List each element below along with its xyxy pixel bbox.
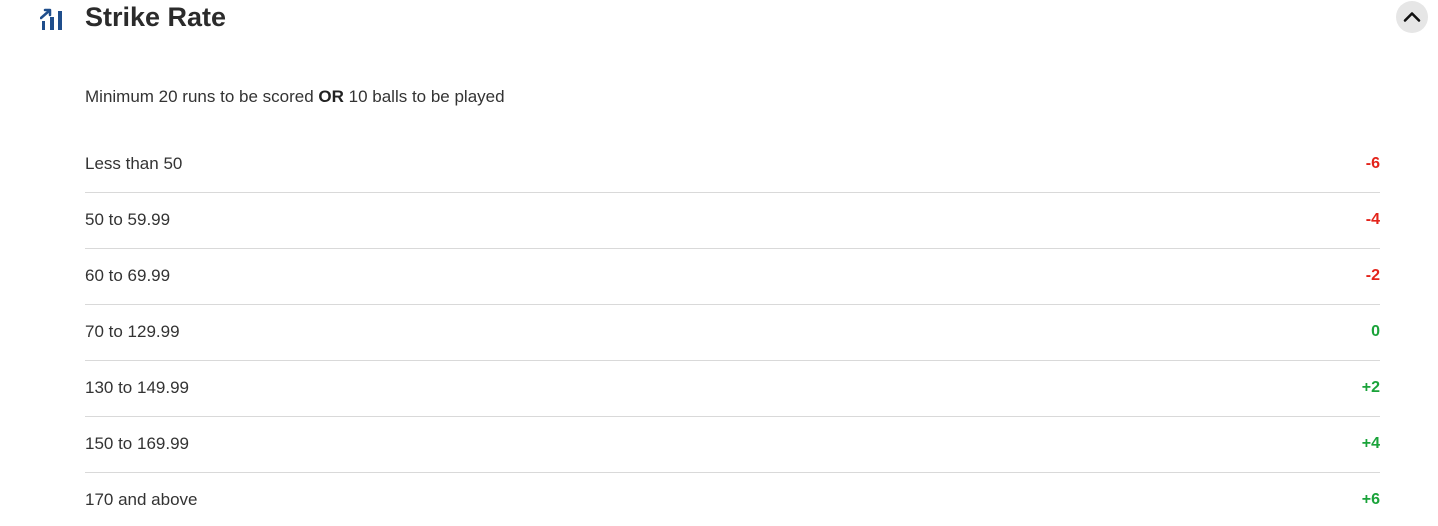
note-prefix: Minimum 20 runs to be scored <box>85 87 314 106</box>
rule-range-label: Less than 50 <box>85 154 183 173</box>
rule-range-label: 170 and above <box>85 490 198 509</box>
rule-points-value: +6 <box>1361 491 1380 508</box>
list-item: 50 to 59.99 -4 <box>85 193 1380 249</box>
rule-points-value: +2 <box>1361 379 1380 396</box>
strike-rate-section: Strike Rate Minimum 20 runs to be scored… <box>0 0 1438 526</box>
rule-range-label: 150 to 169.99 <box>85 434 189 453</box>
rule-range-label: 60 to 69.99 <box>85 266 171 285</box>
section-title: Strike Rate <box>85 2 227 32</box>
rule-points-value: -4 <box>1365 211 1380 228</box>
rule-points-value: 0 <box>1371 323 1380 340</box>
note-suffix: 10 balls to be played <box>348 87 505 106</box>
rule-points-value: -6 <box>1365 155 1380 172</box>
collapse-button[interactable] <box>1396 1 1428 33</box>
rule-range-label: 130 to 149.99 <box>85 378 189 397</box>
rule-points-value: -2 <box>1365 267 1380 284</box>
list-item: 130 to 149.99 +2 <box>85 361 1380 417</box>
list-item: Less than 50 -6 <box>85 137 1380 193</box>
rule-range-label: 70 to 129.99 <box>85 322 180 341</box>
eligibility-note: Minimum 20 runs to be scored OR 10 balls… <box>85 86 505 108</box>
rule-range-label: 50 to 59.99 <box>85 210 171 229</box>
section-header: Strike Rate <box>0 0 1438 38</box>
list-item: 170 and above +6 <box>85 473 1380 526</box>
list-item: 150 to 169.99 +4 <box>85 417 1380 473</box>
chevron-up-icon <box>1403 12 1421 22</box>
list-item: 60 to 69.99 -2 <box>85 249 1380 305</box>
bar-chart-rising-icon <box>39 6 66 32</box>
list-item: 70 to 129.99 0 <box>85 305 1380 361</box>
rule-points-value: +4 <box>1361 435 1380 452</box>
note-connector: OR <box>318 87 344 106</box>
strike-rate-rules-list: Less than 50 -6 50 to 59.99 -4 60 to 69.99 -2… <box>85 137 1380 526</box>
